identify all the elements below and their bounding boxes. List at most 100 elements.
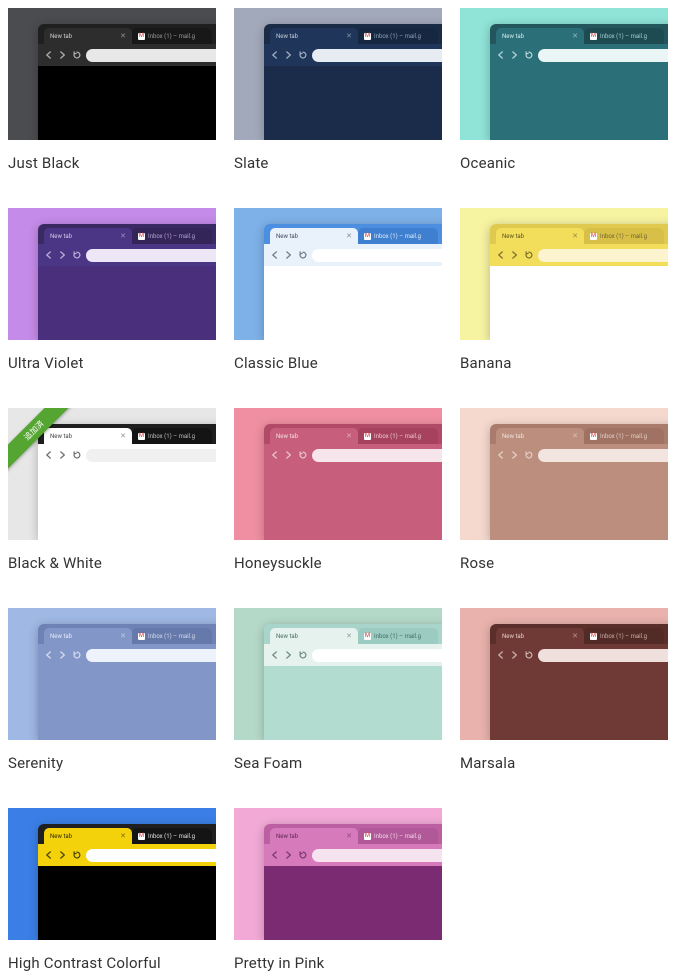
browser-mock: New tab✕MInbox (1) – mail.g <box>264 24 442 140</box>
browser-mock: New tab✕MInbox (1) – mail.g <box>264 224 442 340</box>
close-icon: ✕ <box>346 432 352 440</box>
tab-label: New tab <box>276 633 298 640</box>
tab-strip: New tab✕MInbox (1) – mail.g <box>264 624 442 644</box>
tab-label: New tab <box>502 233 524 240</box>
reload-icon <box>298 251 307 260</box>
tab-strip: New tab✕MInbox (1) – mail.g <box>38 224 216 244</box>
theme-card[interactable]: New tab✕MInbox (1) – mail.gJust Black <box>8 8 216 172</box>
toolbar <box>38 44 216 66</box>
theme-name: Sea Foam <box>234 754 442 772</box>
reload-icon <box>72 251 81 260</box>
gmail-icon: M <box>138 633 145 640</box>
theme-card[interactable]: New tab✕MInbox (1) – mail.gBanana <box>460 208 668 372</box>
active-tab: New tab✕ <box>270 628 358 644</box>
theme-thumbnail[interactable]: New tab✕MInbox (1) – mail.g <box>234 808 442 940</box>
tab-label: New tab <box>502 433 524 440</box>
forward-icon <box>284 51 293 60</box>
inactive-tab: MInbox (1) – mail.g <box>358 828 438 844</box>
theme-card[interactable]: New tab✕MInbox (1) – mail.gRose <box>460 408 668 572</box>
theme-card[interactable]: New tab✕MInbox (1) – mail.gSea Foam <box>234 608 442 772</box>
tab-label: Inbox (1) – mail.g <box>600 633 647 640</box>
installed-ribbon: 追加済 <box>8 408 78 478</box>
inactive-tab: MInbox (1) – mail.g <box>132 828 212 844</box>
browser-mock: New tab✕MInbox (1) – mail.g <box>38 224 216 340</box>
active-tab: New tab✕ <box>44 828 132 844</box>
theme-thumbnail[interactable]: 追加済New tab✕MInbox (1) – mail.g <box>8 408 216 540</box>
inactive-tab: MInbox (1) – mail.g <box>358 228 438 244</box>
forward-icon <box>284 651 293 660</box>
theme-card[interactable]: New tab✕MInbox (1) – mail.g Slate <box>234 8 442 172</box>
reload-icon <box>298 851 307 860</box>
address-bar <box>86 49 216 62</box>
reload-icon <box>298 451 307 460</box>
page-area <box>264 66 442 140</box>
theme-card[interactable]: 追加済New tab✕MInbox (1) – mail.g Black & Wh… <box>8 408 216 572</box>
forward-icon <box>510 451 519 460</box>
theme-name: Marsala <box>460 754 668 772</box>
theme-name: Oceanic <box>460 154 668 172</box>
tab-strip: New tab✕MInbox (1) – mail.g <box>264 224 442 244</box>
tab-strip: New tab✕MInbox (1) – mail.g <box>264 424 442 444</box>
tab-strip: New tab✕MInbox (1) – mail.g <box>264 824 442 844</box>
theme-card[interactable]: New tab✕MInbox (1) – mail.g Oceanic <box>460 8 668 172</box>
theme-thumbnail[interactable]: New tab✕MInbox (1) – mail.g <box>234 408 442 540</box>
address-bar <box>538 649 668 662</box>
theme-thumbnail[interactable]: New tab✕MInbox (1) – mail.g <box>460 408 668 540</box>
gmail-icon: M <box>138 233 145 240</box>
browser-mock: New tab✕MInbox (1) – mail.g <box>490 624 668 740</box>
forward-icon <box>58 651 67 660</box>
theme-thumbnail[interactable]: New tab✕MInbox (1) – mail.g <box>234 8 442 140</box>
gmail-icon: M <box>138 33 145 40</box>
page-area <box>264 866 442 940</box>
gmail-icon: M <box>138 433 145 440</box>
active-tab: New tab✕ <box>270 28 358 44</box>
theme-thumbnail[interactable]: New tab✕MInbox (1) – mail.g <box>8 608 216 740</box>
theme-thumbnail[interactable]: New tab✕MInbox (1) – mail.g <box>234 208 442 340</box>
page-area <box>490 666 668 740</box>
address-bar <box>538 449 668 462</box>
back-icon <box>496 51 505 60</box>
inactive-tab: MInbox (1) – mail.g <box>584 428 664 444</box>
browser-mock: New tab✕MInbox (1) – mail.g <box>264 424 442 540</box>
theme-card[interactable]: New tab✕MInbox (1) – mail.g Marsala <box>460 608 668 772</box>
tab-strip: New tab✕MInbox (1) – mail.g <box>490 424 668 444</box>
theme-name: Slate <box>234 154 442 172</box>
toolbar <box>490 244 668 266</box>
gmail-icon: M <box>364 633 371 640</box>
active-tab: New tab✕ <box>44 228 132 244</box>
close-icon: ✕ <box>346 32 352 40</box>
gmail-icon: M <box>590 433 597 440</box>
gmail-icon: M <box>364 233 371 240</box>
theme-card[interactable]: New tab✕MInbox (1) – mail.gClassic Blue <box>234 208 442 372</box>
browser-mock: New tab✕MInbox (1) – mail.g <box>490 424 668 540</box>
tab-label: Inbox (1) – mail.g <box>600 433 647 440</box>
address-bar <box>312 49 442 62</box>
theme-thumbnail[interactable]: New tab✕MInbox (1) – mail.g <box>460 208 668 340</box>
reload-icon <box>298 51 307 60</box>
inactive-tab: MInbox (1) – mail.g <box>132 28 212 44</box>
back-icon <box>496 251 505 260</box>
theme-card[interactable]: New tab✕MInbox (1) – mail.gHigh Contrast… <box>8 808 216 972</box>
theme-thumbnail[interactable]: New tab✕MInbox (1) – mail.g <box>8 8 216 140</box>
theme-card[interactable]: New tab✕MInbox (1) – mail.gUltra Violet <box>8 208 216 372</box>
theme-name: Serenity <box>8 754 216 772</box>
theme-thumbnail[interactable]: New tab✕MInbox (1) – mail.g <box>234 608 442 740</box>
theme-card[interactable]: New tab✕MInbox (1) – mail.gSerenity <box>8 608 216 772</box>
toolbar <box>264 644 442 666</box>
tab-strip: New tab✕MInbox (1) – mail.g <box>264 24 442 44</box>
theme-thumbnail[interactable]: New tab✕MInbox (1) – mail.g <box>460 8 668 140</box>
theme-card[interactable]: New tab✕MInbox (1) – mail.gHoneysuckle <box>234 408 442 572</box>
gmail-icon: M <box>590 633 597 640</box>
theme-thumbnail[interactable]: New tab✕MInbox (1) – mail.g <box>460 608 668 740</box>
theme-thumbnail[interactable]: New tab✕MInbox (1) – mail.g <box>8 808 216 940</box>
theme-card[interactable]: New tab✕MInbox (1) – mail.gPretty in Pin… <box>234 808 442 972</box>
back-icon <box>270 651 279 660</box>
toolbar <box>264 244 442 266</box>
theme-name: Black & White <box>8 554 216 572</box>
gmail-icon: M <box>364 433 371 440</box>
address-bar <box>86 849 216 862</box>
page-area <box>264 266 442 340</box>
browser-mock: New tab✕MInbox (1) – mail.g <box>490 224 668 340</box>
close-icon: ✕ <box>120 632 126 640</box>
theme-thumbnail[interactable]: New tab✕MInbox (1) – mail.g <box>8 208 216 340</box>
